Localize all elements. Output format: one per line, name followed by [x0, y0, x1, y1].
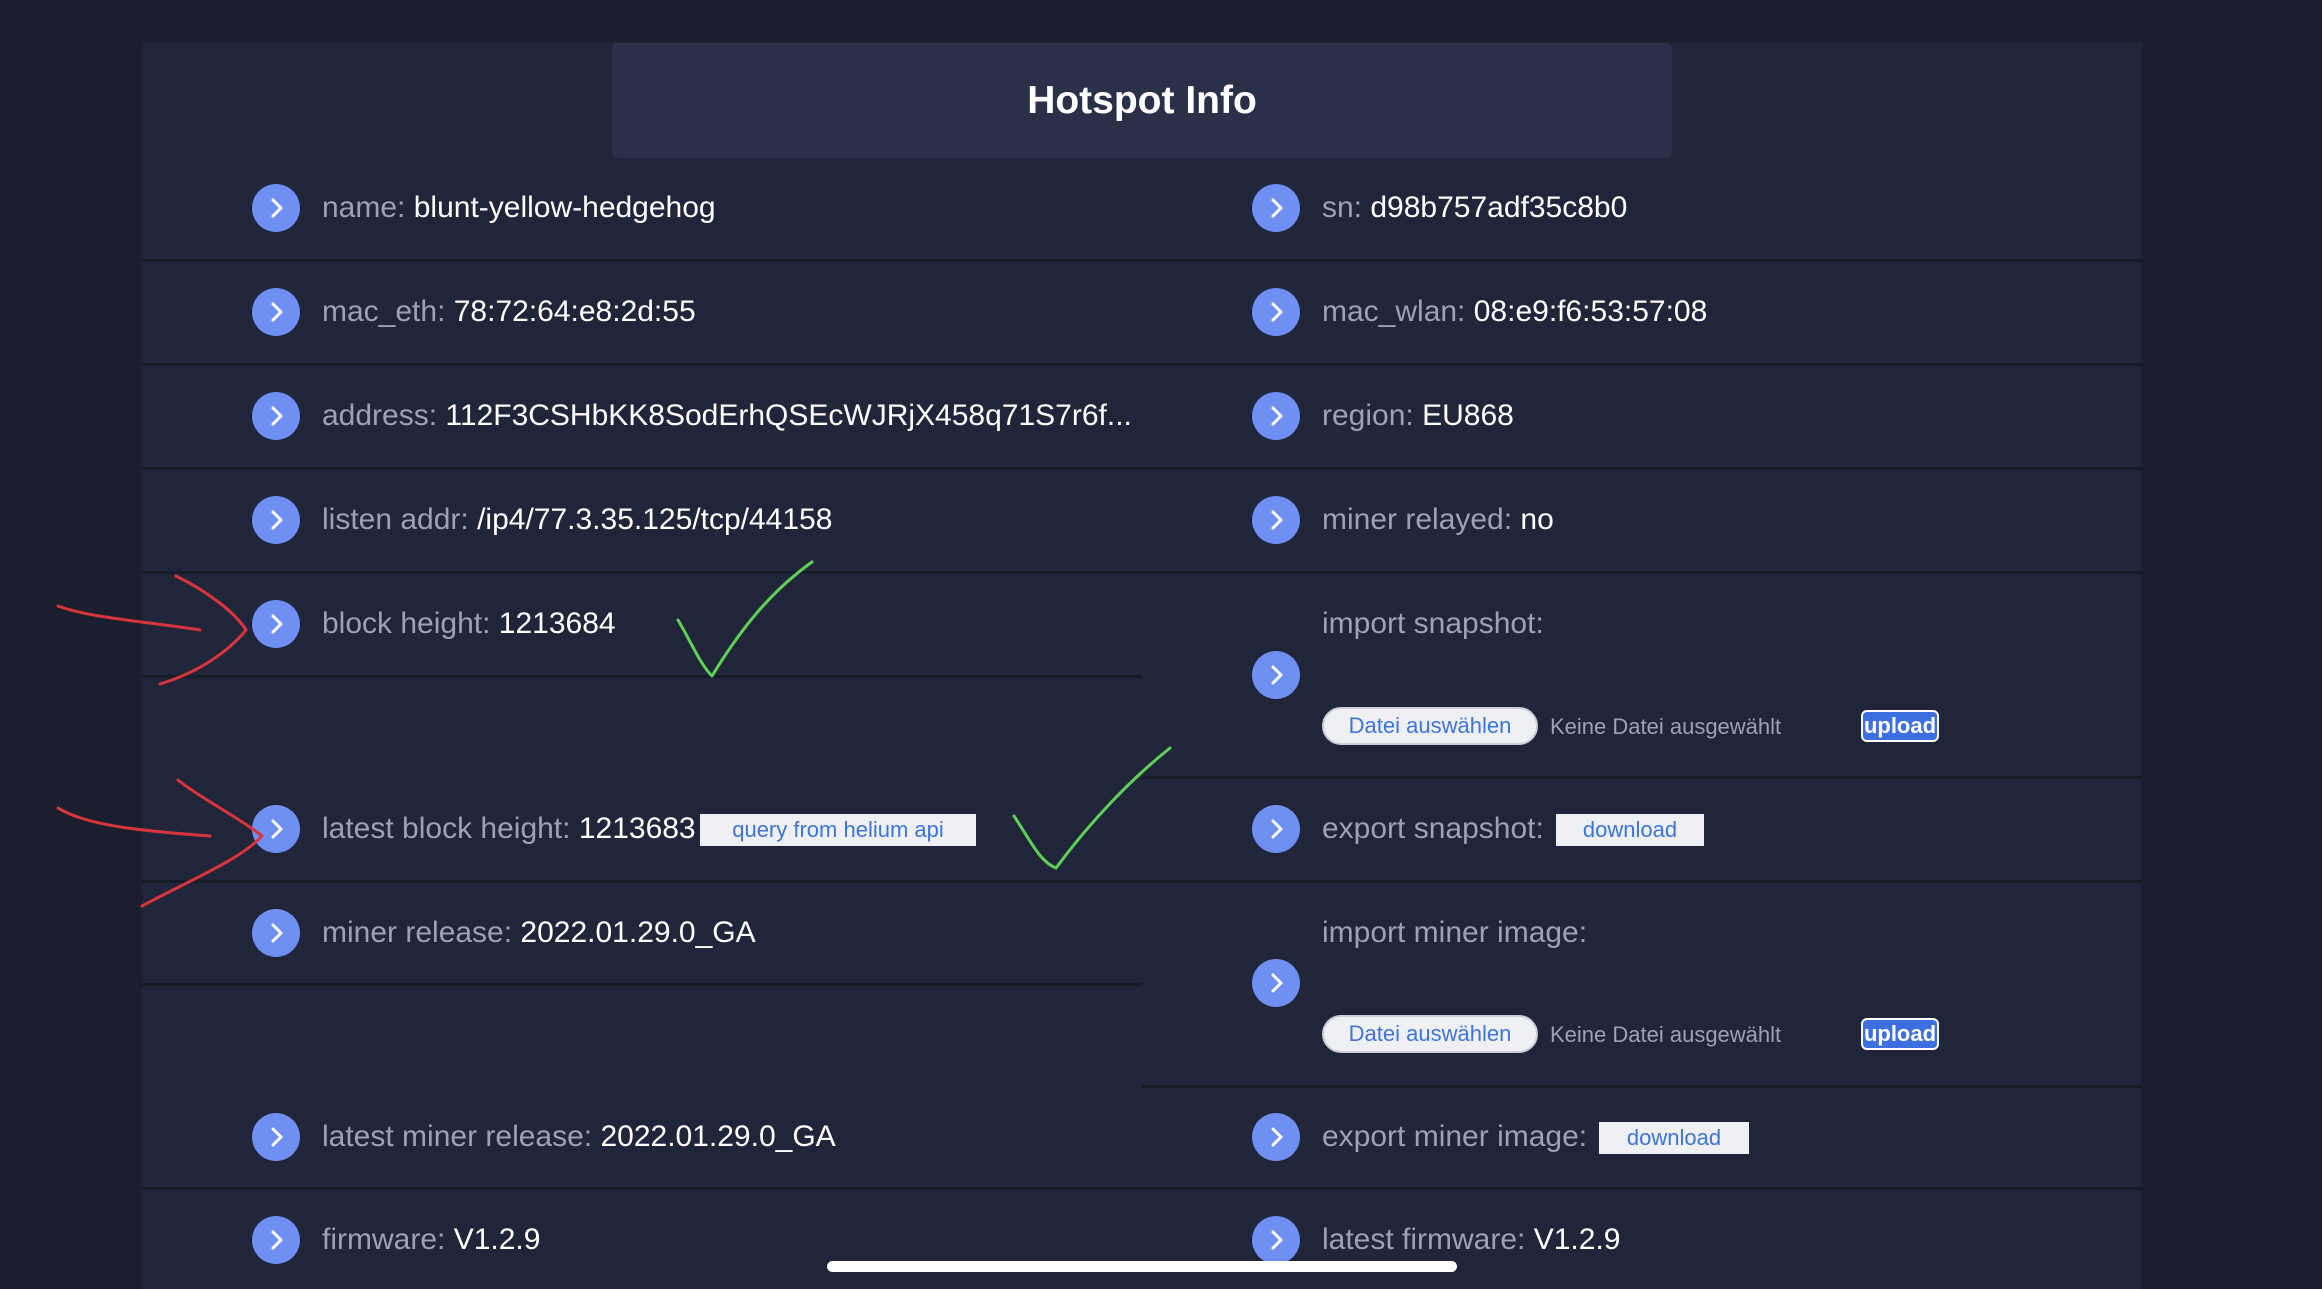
chevron-right-icon[interactable] — [1252, 805, 1300, 853]
chevron-right-icon[interactable] — [252, 909, 300, 957]
mac-eth-field: mac_eth: 78:72:64:e8:2d:55 — [322, 295, 696, 329]
mac-eth-label: mac_eth: — [322, 295, 446, 328]
import-snapshot-upload-button[interactable]: upload — [1861, 710, 1939, 742]
address-label: address: — [322, 399, 438, 432]
name-value: blunt-yellow-hedgehog — [413, 191, 716, 224]
import-snapshot-file-status: Keine Datei ausgewählt — [1550, 714, 1782, 739]
row-divider — [142, 675, 1142, 678]
home-indicator[interactable] — [827, 1261, 1457, 1272]
row-divider — [142, 880, 1142, 883]
hotspot-panel — [142, 42, 2142, 1289]
latest-firmware-label: latest firmware: — [1322, 1223, 1526, 1256]
mac-eth-value: 78:72:64:e8:2d:55 — [453, 295, 696, 328]
export-miner-image-download-button[interactable]: download — [1599, 1122, 1749, 1154]
region-field: region: EU868 — [1322, 399, 1514, 433]
row-divider — [142, 363, 1142, 366]
chevron-right-icon[interactable] — [1252, 1113, 1300, 1161]
latest-firmware-value: V1.2.9 — [1533, 1223, 1621, 1256]
block-height-label: block height: — [322, 607, 491, 640]
row-divider — [142, 259, 1142, 262]
chevron-right-icon[interactable] — [252, 496, 300, 544]
miner-release-label: miner release: — [322, 916, 513, 949]
chevron-right-icon[interactable] — [1252, 1216, 1300, 1264]
page-header: Hotspot Info — [612, 43, 1672, 158]
export-snapshot-download-button[interactable]: download — [1556, 814, 1704, 846]
row-divider — [142, 1187, 1142, 1190]
firmware-label: firmware: — [322, 1223, 446, 1256]
latest-miner-release-field: latest miner release: 2022.01.29.0_GA — [322, 1120, 836, 1154]
row-divider — [1142, 1085, 2142, 1088]
chevron-right-icon[interactable] — [252, 1216, 300, 1264]
chevron-right-icon[interactable] — [1252, 651, 1300, 699]
import-snapshot-label: import snapshot: — [1322, 607, 1544, 640]
listen-addr-field: listen addr: /ip4/77.3.35.125/tcp/44158 — [322, 503, 832, 537]
block-height-value: 1213684 — [498, 607, 616, 640]
listen-addr-value: /ip4/77.3.35.125/tcp/44158 — [477, 503, 833, 536]
export-snapshot-label: export snapshot: — [1322, 812, 1544, 845]
latest-miner-release-value: 2022.01.29.0_GA — [600, 1120, 836, 1153]
miner-relayed-value: no — [1520, 503, 1554, 536]
miner-relayed-field: miner relayed: no — [1322, 503, 1554, 537]
listen-addr-label: listen addr: — [322, 503, 469, 536]
import-miner-image-file-status: Keine Datei ausgewählt — [1550, 1022, 1782, 1047]
row-divider — [1142, 571, 2142, 574]
sn-field: sn: d98b757adf35c8b0 — [1322, 191, 1627, 225]
import-snapshot-file-chooser[interactable]: Datei auswählen — [1322, 707, 1538, 745]
latest-firmware-field: latest firmware: V1.2.9 — [1322, 1223, 1620, 1257]
import-miner-image-upload-button[interactable]: upload — [1861, 1018, 1939, 1050]
chevron-right-icon[interactable] — [252, 1113, 300, 1161]
name-label: name: — [322, 191, 406, 224]
chevron-right-icon[interactable] — [252, 392, 300, 440]
sn-value: d98b757adf35c8b0 — [1370, 191, 1628, 224]
firmware-value: V1.2.9 — [453, 1223, 541, 1256]
block-height-field: block height: 1213684 — [322, 607, 616, 641]
import-miner-image-file-chooser[interactable]: Datei auswählen — [1322, 1015, 1538, 1053]
firmware-field: firmware: V1.2.9 — [322, 1223, 540, 1257]
import-miner-image-label: import miner image: — [1322, 916, 1588, 949]
latest-block-height-label: latest block height: — [322, 812, 571, 845]
mac-wlan-label: mac_wlan: — [1322, 295, 1466, 328]
region-value: EU868 — [1422, 399, 1514, 432]
chevron-right-icon[interactable] — [1252, 288, 1300, 336]
chevron-right-icon[interactable] — [1252, 496, 1300, 544]
latest-block-height-value: 1213683 — [578, 812, 696, 845]
mac-wlan-field: mac_wlan: 08:e9:f6:53:57:08 — [1322, 295, 1707, 329]
mac-wlan-value: 08:e9:f6:53:57:08 — [1473, 295, 1708, 328]
chevron-right-icon[interactable] — [252, 600, 300, 648]
region-label: region: — [1322, 399, 1414, 432]
row-divider — [1142, 1187, 2142, 1190]
latest-miner-release-label: latest miner release: — [322, 1120, 593, 1153]
row-divider — [1142, 880, 2142, 883]
row-divider — [142, 467, 1142, 470]
chevron-right-icon[interactable] — [1252, 392, 1300, 440]
name-field: name: blunt-yellow-hedgehog — [322, 191, 716, 225]
export-miner-image-label: export miner image: — [1322, 1120, 1588, 1153]
miner-release-value: 2022.01.29.0_GA — [520, 916, 756, 949]
row-divider — [1142, 776, 2142, 779]
miner-relayed-label: miner relayed: — [1322, 503, 1513, 536]
latest-block-height-field: latest block height: 1213683 — [322, 812, 696, 846]
query-helium-api-button[interactable]: query from helium api — [700, 814, 976, 846]
address-field: address: 112F3CSHbKK8SodErhQSEcWJRjX458q… — [322, 399, 1132, 433]
address-value: 112F3CSHbKK8SodErhQSEcWJRjX458q71S7r6f..… — [445, 399, 1132, 432]
miner-release-field: miner release: 2022.01.29.0_GA — [322, 916, 756, 950]
row-divider — [1142, 259, 2142, 262]
row-divider — [142, 571, 1142, 574]
row-divider — [1142, 467, 2142, 470]
row-divider — [1142, 363, 2142, 366]
chevron-right-icon[interactable] — [1252, 184, 1300, 232]
chevron-right-icon[interactable] — [252, 288, 300, 336]
row-divider — [142, 983, 1142, 986]
page-title: Hotspot Info — [1027, 78, 1257, 122]
chevron-right-icon[interactable] — [252, 184, 300, 232]
sn-label: sn: — [1322, 191, 1363, 224]
chevron-right-icon[interactable] — [252, 805, 300, 853]
chevron-right-icon[interactable] — [1252, 959, 1300, 1007]
